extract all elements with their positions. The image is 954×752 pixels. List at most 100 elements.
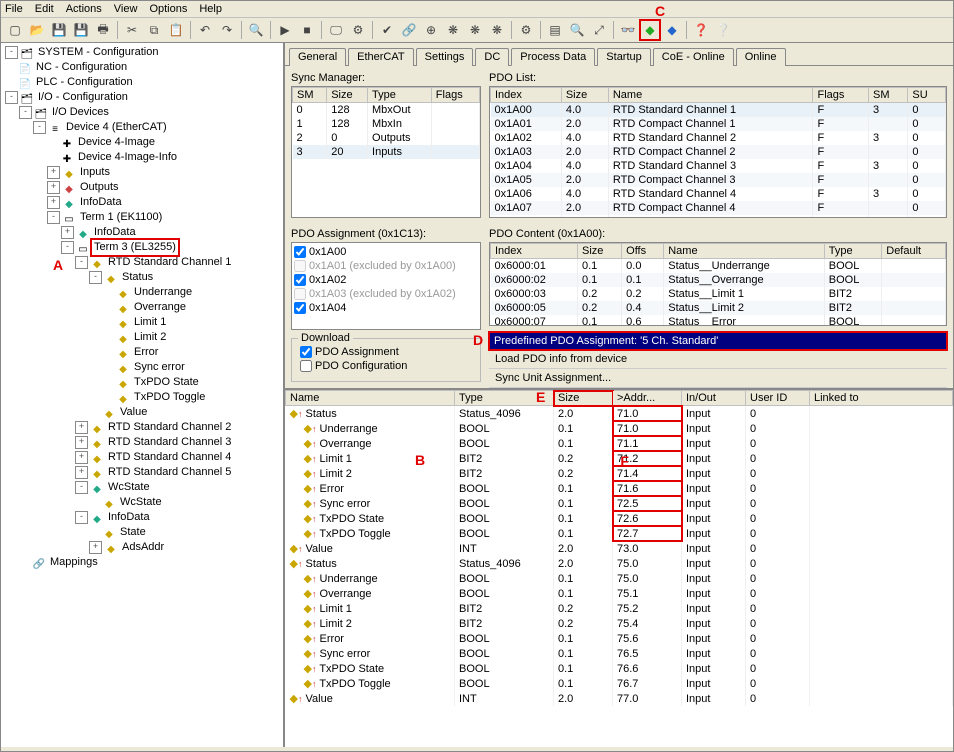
col-header[interactable]: Name	[664, 244, 825, 259]
redo-icon[interactable]: ↷	[217, 20, 237, 40]
tab-startup[interactable]: Startup	[597, 48, 650, 66]
tree-label[interactable]: Status	[120, 270, 155, 285]
tree-label[interactable]: Limit 1	[132, 315, 168, 330]
grid-row[interactable]: 0x1A012.0RTD Compact Channel 1F0	[491, 117, 946, 131]
var-row[interactable]: ◆ ValueINT2.077.0Input0	[286, 691, 953, 706]
col-header[interactable]: Type	[368, 88, 432, 103]
menu-file[interactable]: File	[5, 3, 23, 15]
var-row[interactable]: ◆ TxPDO StateBOOL0.176.6Input0	[286, 661, 953, 676]
open-icon[interactable]: 📂	[27, 20, 47, 40]
load-pdo-link[interactable]: Load PDO info from device	[489, 350, 947, 369]
tab-process-data[interactable]: Process Data	[511, 48, 595, 66]
grid-row[interactable]: 0x1A064.0RTD Standard Channel 4F30	[491, 187, 946, 201]
grid-row[interactable]: 0x1A044.0RTD Standard Channel 3F30	[491, 159, 946, 173]
grid-row[interactable]: 0x6000:010.10.0Status__UnderrangeBOOL	[491, 259, 946, 274]
tree-label[interactable]: TxPDO State	[132, 375, 201, 390]
var-col-header[interactable]: SizeE	[554, 391, 613, 406]
grid-row[interactable]: 0x6000:050.20.4Status__Limit 2BIT2	[491, 301, 946, 315]
blue-tool-icon[interactable]: ◆	[662, 20, 682, 40]
tree-node[interactable]: -▭Term 3 (EL3255)	[1, 240, 283, 255]
pdo-assign-list[interactable]: 0x1A000x1A01 (excluded by 0x1A00)0x1A020…	[291, 242, 481, 330]
var-row[interactable]: ◆ UnderrangeBOOL0.171.0Input0	[286, 421, 953, 436]
tree-label[interactable]: InfoData	[92, 225, 138, 240]
grid-row[interactable]: 0x6000:070.10.6Status__ErrorBOOL	[491, 315, 946, 326]
cut-icon[interactable]: ✂	[122, 20, 142, 40]
pdo-assign-item[interactable]: 0x1A04	[294, 301, 478, 315]
proc-icon[interactable]: ⚙	[516, 20, 536, 40]
tree-label[interactable]: PLC - Configuration	[34, 75, 135, 90]
sync-mgr-grid[interactable]: SMSizeTypeFlags0128MbxOut1128MbxIn20Outp…	[291, 86, 481, 218]
monitor-icon[interactable]: 🖵	[326, 20, 346, 40]
tree-node[interactable]: -≡Device 4 (EtherCAT)	[1, 120, 283, 135]
tree-node[interactable]: +◆Inputs	[1, 165, 283, 180]
expander-icon[interactable]: -	[61, 241, 74, 254]
tree-node[interactable]: ◆WcState	[1, 495, 283, 510]
col-header[interactable]: Offs	[622, 244, 664, 259]
net2-icon[interactable]: ❋	[465, 20, 485, 40]
var-col-header[interactable]: >Addr...	[613, 391, 682, 406]
tree-node[interactable]: ◆Limit 1	[1, 315, 283, 330]
tree-label[interactable]: I/O Devices	[50, 105, 111, 120]
var-row[interactable]: ◆ StatusStatus_40962.075.0Input0	[286, 556, 953, 571]
col-header[interactable]: SM	[869, 88, 908, 103]
tree-node[interactable]: +◆RTD Standard Channel 4	[1, 450, 283, 465]
tree-node[interactable]: ◆Overrange	[1, 300, 283, 315]
tree-node[interactable]: 🔗Mappings	[1, 555, 283, 570]
expander-icon[interactable]: -	[19, 106, 32, 119]
tree-node[interactable]: +◆RTD Standard Channel 3	[1, 435, 283, 450]
tree-label[interactable]: RTD Standard Channel 2	[106, 420, 233, 435]
var-row[interactable]: ◆ Limit 1BIT20.271.2FInput0	[286, 451, 953, 466]
tab-online[interactable]: Online	[736, 48, 786, 66]
tree-label[interactable]: Limit 2	[132, 330, 168, 345]
target-icon[interactable]: ⊕	[421, 20, 441, 40]
col-header[interactable]: SM	[293, 88, 327, 103]
expander-icon[interactable]: -	[33, 121, 46, 134]
col-header[interactable]: Default	[882, 244, 946, 259]
menu-actions[interactable]: Actions	[66, 3, 102, 15]
tree-node[interactable]: ✚Device 4-Image-Info	[1, 150, 283, 165]
tree-label[interactable]: WcState	[106, 480, 152, 495]
cfg-icon[interactable]: ⚙	[348, 20, 368, 40]
tree-node[interactable]: +◆RTD Standard Channel 5	[1, 465, 283, 480]
col-header[interactable]: Size	[327, 88, 368, 103]
tree-label[interactable]: Outputs	[78, 180, 121, 195]
tree-label[interactable]: Mappings	[48, 555, 100, 570]
tab-general[interactable]: General	[289, 48, 346, 66]
col-header[interactable]: Index	[491, 88, 562, 103]
about-icon[interactable]: ❔	[713, 20, 733, 40]
expander-icon[interactable]: +	[75, 421, 88, 434]
col-header[interactable]: Index	[491, 244, 578, 259]
menu-options[interactable]: Options	[149, 3, 187, 15]
pdo-assign-item[interactable]: 0x1A00	[294, 245, 478, 259]
tree-label[interactable]: Term 3 (EL3255)	[92, 240, 178, 255]
var-row[interactable]: ◆ TxPDO ToggleBOOL0.172.7Input0	[286, 526, 953, 541]
tab-dc[interactable]: DC	[475, 48, 509, 66]
tab-coe-online[interactable]: CoE - Online	[653, 48, 734, 66]
grid-row[interactable]: 0x1A052.0RTD Compact Channel 3F0	[491, 173, 946, 187]
menu-view[interactable]: View	[114, 3, 138, 15]
pdo-list-grid[interactable]: IndexSizeNameFlagsSMSU0x1A004.0RTD Stand…	[489, 86, 947, 218]
variable-grid[interactable]: B NameTypeSizeE>Addr...In/OutUser IDLink…	[285, 388, 953, 747]
grid-row[interactable]: 0x6000:030.20.2Status__Limit 1BIT2	[491, 287, 946, 301]
chk-pdo-config[interactable]: PDO Configuration	[300, 359, 472, 373]
col-header[interactable]: Name	[608, 88, 813, 103]
tree-node[interactable]: -◆InfoData	[1, 510, 283, 525]
grid-row[interactable]: 0x1A004.0RTD Standard Channel 1F30	[491, 103, 946, 118]
check-icon[interactable]: ✔	[377, 20, 397, 40]
tree-node[interactable]: -🗂SYSTEM - Configuration	[1, 45, 283, 60]
col-header[interactable]: Type	[824, 244, 881, 259]
checkbox[interactable]	[294, 274, 306, 286]
net1-icon[interactable]: ❋	[443, 20, 463, 40]
green-tool-icon[interactable]: ◆	[640, 20, 660, 40]
expander-icon[interactable]: +	[47, 166, 60, 179]
col-header[interactable]: Flags	[431, 88, 479, 103]
tab-ethercat[interactable]: EtherCAT	[348, 48, 413, 66]
grid-row[interactable]: 0x1A072.0RTD Compact Channel 4F0	[491, 201, 946, 215]
tree-node[interactable]: ◆TxPDO Toggle	[1, 390, 283, 405]
tree-label[interactable]: Device 4-Image-Info	[76, 150, 179, 165]
tree-label[interactable]: SYSTEM - Configuration	[36, 45, 160, 60]
tree-label[interactable]: Device 4 (EtherCAT)	[64, 120, 169, 135]
var-row[interactable]: ◆ Sync errorBOOL0.176.5Input0	[286, 646, 953, 661]
expander-icon[interactable]: -	[5, 91, 18, 104]
grid-row[interactable]: 0x1A032.0RTD Compact Channel 2F0	[491, 145, 946, 159]
